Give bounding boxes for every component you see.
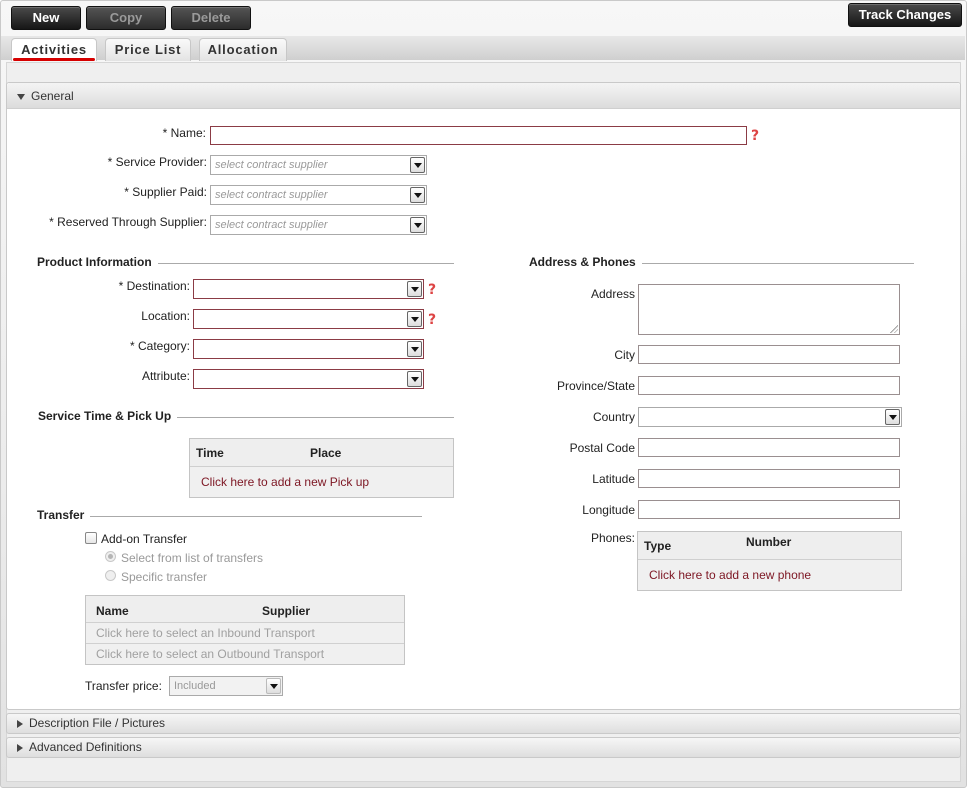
destination-select[interactable] — [193, 279, 424, 299]
province-label: Province/State — [556, 379, 635, 393]
supplier-paid-placeholder: select contract supplier — [215, 189, 328, 201]
chevron-down-icon — [407, 341, 422, 357]
category-label: * Category: — [129, 339, 190, 353]
help-icon[interactable]: ? — [428, 283, 439, 297]
active-tab-indicator — [13, 58, 95, 61]
latitude-input[interactable] — [638, 469, 900, 488]
service-provider-label: * Service Provider: — [107, 155, 207, 169]
supplier-column-header: Supplier — [262, 604, 311, 618]
copy-button[interactable]: Copy — [86, 6, 166, 30]
chevron-down-icon — [407, 281, 422, 297]
addon-transfer-label: Add-on Transfer — [101, 532, 188, 546]
city-input[interactable] — [638, 345, 900, 364]
longitude-label: Longitude — [582, 503, 635, 517]
chevron-down-icon — [410, 187, 425, 203]
time-column-header: Time — [196, 446, 224, 460]
transfer-grid: Name Supplier Click here to select an In… — [85, 595, 405, 665]
country-select[interactable] — [638, 407, 902, 427]
supplier-paid-label: * Supplier Paid: — [124, 185, 207, 199]
specific-transfer-label: Specific transfer — [121, 570, 208, 584]
transfer-grid-header: Name Supplier — [86, 596, 404, 623]
chevron-down-icon — [885, 409, 900, 425]
attribute-select[interactable] — [193, 369, 424, 389]
addon-transfer-checkbox[interactable] — [85, 532, 97, 544]
address-label: Address — [590, 287, 635, 301]
destination-label: * Destination: — [118, 279, 190, 293]
name-column-header: Name — [96, 604, 129, 618]
pickup-grid-header: Time Place — [190, 439, 453, 467]
chevron-down-icon — [266, 678, 281, 694]
postal-code-input[interactable] — [638, 438, 900, 457]
specific-transfer-radio[interactable] — [105, 570, 116, 581]
delete-button[interactable]: Delete — [171, 6, 251, 30]
description-section-header[interactable]: Description File / Pictures — [6, 713, 961, 734]
help-icon[interactable]: ? — [751, 129, 762, 143]
expand-arrow-icon — [17, 743, 23, 752]
transfer-list-radio[interactable] — [105, 551, 116, 562]
postal-code-label: Postal Code — [569, 441, 635, 455]
chevron-down-icon — [410, 157, 425, 173]
tab-activities-label: Activities — [21, 42, 87, 57]
country-label: Country — [592, 410, 635, 424]
phones-grid-header: Type Number — [638, 532, 901, 560]
help-icon[interactable]: ? — [428, 313, 439, 327]
phones-grid: Type Number Click here to add a new phon… — [637, 531, 902, 591]
name-label: * Name: — [162, 126, 206, 140]
supplier-paid-select[interactable]: select contract supplier — [210, 185, 427, 205]
latitude-label: Latitude — [592, 472, 635, 486]
reserved-through-select[interactable]: select contract supplier — [210, 215, 427, 235]
tab-price-list[interactable]: Price List — [105, 38, 191, 61]
province-input[interactable] — [638, 376, 900, 395]
inbound-transport-link[interactable]: Click here to select an Inbound Transpor… — [86, 622, 404, 643]
transfer-divider — [37, 516, 422, 517]
expand-arrow-icon — [17, 93, 25, 100]
general-section-title: General — [31, 89, 74, 103]
expand-arrow-icon — [17, 719, 23, 728]
advanced-section-header[interactable]: Advanced Definitions — [6, 737, 961, 758]
phones-label: Phones: — [590, 531, 635, 545]
address-title: Address & Phones — [529, 255, 642, 269]
transfer-title: Transfer — [37, 508, 91, 522]
number-column-header: Number — [746, 535, 792, 549]
general-section-header[interactable]: General — [7, 83, 960, 109]
add-phone-link[interactable]: Click here to add a new phone — [649, 568, 811, 582]
service-provider-placeholder: select contract supplier — [215, 159, 328, 171]
transfer-price-select[interactable]: Included — [169, 676, 283, 696]
reserved-through-label: * Reserved Through Supplier: — [49, 215, 207, 229]
transfer-price-value: Included — [174, 680, 216, 692]
address-textarea[interactable] — [638, 284, 900, 335]
advanced-section-title: Advanced Definitions — [29, 740, 142, 754]
track-changes-button[interactable]: Track Changes — [848, 3, 962, 27]
service-provider-select[interactable]: select contract supplier — [210, 155, 427, 175]
chevron-down-icon — [407, 311, 422, 327]
chevron-down-icon — [407, 371, 422, 387]
chevron-down-icon — [410, 217, 425, 233]
attribute-label: Attribute: — [141, 369, 190, 383]
tab-activities[interactable]: Activities — [11, 38, 97, 61]
transfer-list-label: Select from list of transfers — [121, 551, 264, 565]
service-time-title: Service Time & Pick Up — [38, 409, 178, 423]
type-column-header: Type — [644, 539, 672, 553]
tab-allocation[interactable]: Allocation — [199, 38, 287, 61]
location-label: Location: — [141, 309, 190, 323]
add-pickup-link[interactable]: Click here to add a new Pick up — [201, 475, 369, 489]
transfer-price-label: Transfer price: — [85, 679, 162, 693]
product-info-title: Product Information — [37, 255, 158, 269]
location-select[interactable] — [193, 309, 424, 329]
city-label: City — [614, 348, 635, 362]
description-section-title: Description File / Pictures — [29, 716, 166, 730]
longitude-input[interactable] — [638, 500, 900, 519]
outbound-transport-link[interactable]: Click here to select an Outbound Transpo… — [86, 643, 404, 664]
name-input[interactable] — [210, 126, 747, 145]
category-select[interactable] — [193, 339, 424, 359]
pickup-grid: Time Place Click here to add a new Pick … — [189, 438, 454, 498]
reserved-through-placeholder: select contract supplier — [215, 219, 328, 231]
new-button[interactable]: New — [11, 6, 81, 30]
place-column-header: Place — [310, 446, 342, 460]
resize-handle-icon[interactable] — [890, 325, 898, 333]
